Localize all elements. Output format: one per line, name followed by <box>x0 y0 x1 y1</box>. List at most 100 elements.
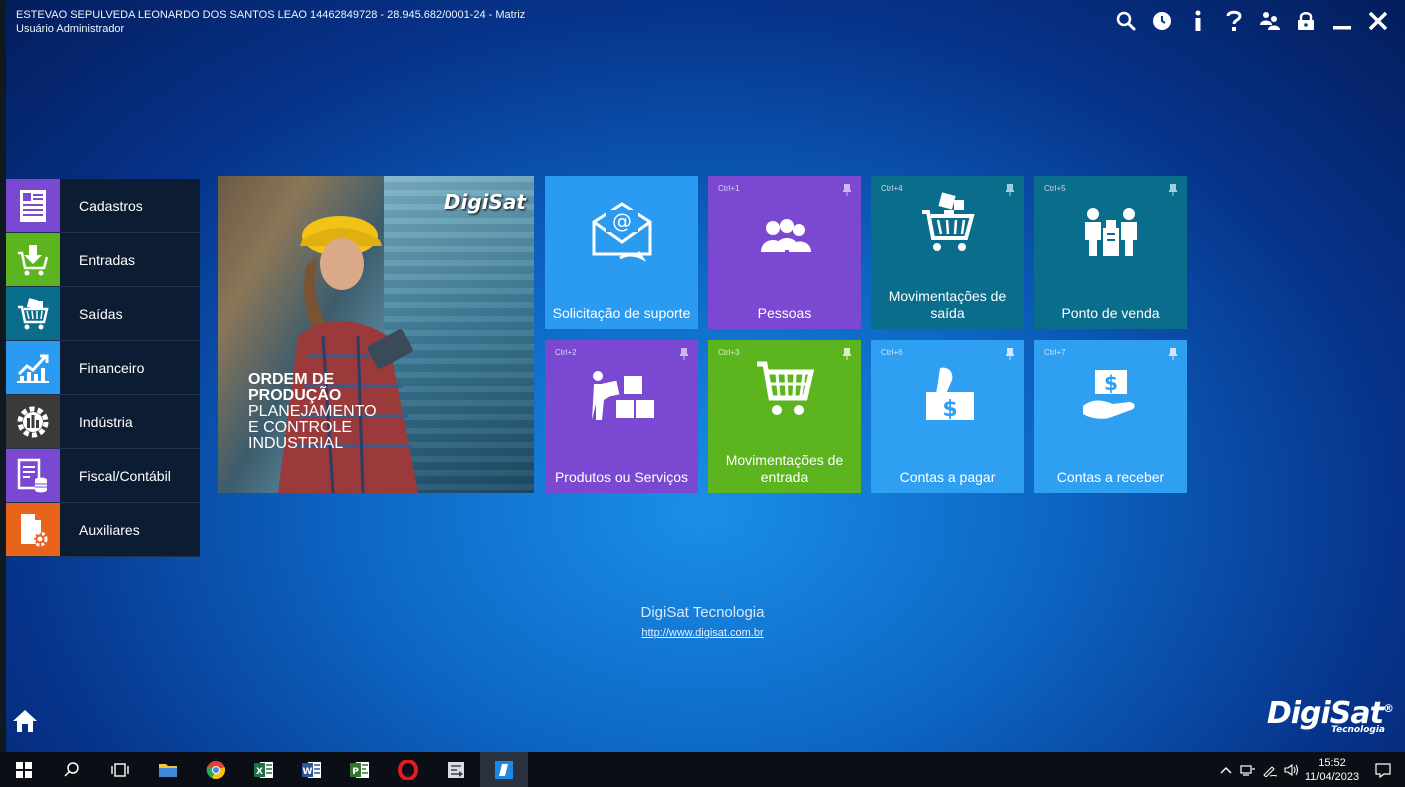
tile-label-line-2: saída <box>930 305 965 321</box>
search-icon[interactable] <box>48 752 96 787</box>
window-frame <box>0 0 1405 787</box>
tile-movimentacoes-saida[interactable]: Ctrl+4 Movimentações de saída <box>871 176 1024 329</box>
pin-icon[interactable] <box>680 347 688 365</box>
windows-start-icon[interactable] <box>0 752 48 787</box>
opera-icon[interactable] <box>384 752 432 787</box>
task-view-icon[interactable] <box>96 752 144 787</box>
svg-text:@: @ <box>612 209 632 233</box>
main-menu: Cadastros Entradas Saídas Financeiro Ind… <box>6 179 200 557</box>
pin-icon[interactable] <box>1169 347 1177 365</box>
tile-contas-pagar[interactable]: Ctrl+6 $ Contas a pagar <box>871 340 1024 493</box>
volume-icon[interactable] <box>1281 752 1303 787</box>
tile-label: Solicitação de suporte <box>552 305 691 321</box>
pin-icon[interactable] <box>1006 347 1014 365</box>
tile-shortcut: Ctrl+2 <box>555 348 577 357</box>
svg-text:P: P <box>352 767 359 777</box>
receive-money-icon: $ <box>1034 368 1187 424</box>
menu-item-entradas[interactable]: Entradas <box>6 233 200 287</box>
shopping-cart-icon <box>708 354 861 418</box>
help-icon[interactable] <box>1221 6 1247 36</box>
tile-solicitacao-suporte[interactable]: @ Solicitação de suporte <box>545 176 698 329</box>
pen-icon[interactable] <box>1259 752 1281 787</box>
menu-item-industria[interactable]: Indústria <box>6 395 200 449</box>
tile-label: Movimentações de saída <box>871 288 1024 322</box>
menu-label-entradas: Entradas <box>79 251 136 268</box>
svg-text:W: W <box>303 767 313 777</box>
close-icon[interactable] <box>1365 6 1391 36</box>
taskbar-clock[interactable]: 15:52 11/04/2023 <box>1303 756 1361 784</box>
chart-icon <box>6 341 60 394</box>
menu-label-fiscal: Fiscal/Contábil <box>79 467 171 484</box>
system-tray: 15:52 11/04/2023 <box>1215 752 1405 787</box>
pin-icon[interactable] <box>1169 183 1177 201</box>
top-toolbar <box>1113 6 1391 36</box>
menu-label-auxiliares: Auxiliares <box>79 521 140 538</box>
product-boxes-icon <box>545 370 698 422</box>
tax-icon <box>6 449 60 502</box>
people-icon <box>708 216 861 256</box>
tile-ponto-de-venda[interactable]: Ctrl+5 Ponto de venda <box>1034 176 1187 329</box>
cart-in-icon <box>6 233 60 286</box>
pin-icon[interactable] <box>843 183 851 201</box>
banner-text: ORDEM DE PRODUÇÃO PLANEJAMENTO E CONTROL… <box>248 372 377 452</box>
tile-label: Movimentações de entrada <box>708 452 861 486</box>
excel-icon[interactable]: X <box>240 752 288 787</box>
banner-line-2: PRODUÇÃO <box>248 387 342 404</box>
tile-label: Contas a pagar <box>899 469 996 485</box>
menu-label-saidas: Saídas <box>79 305 123 322</box>
network-icon[interactable] <box>1237 752 1259 787</box>
menu-label-financeiro: Financeiro <box>79 359 145 376</box>
tile-label: Produtos ou Serviços <box>554 469 689 485</box>
home-icon[interactable] <box>12 708 38 739</box>
minimize-icon[interactable] <box>1329 6 1355 36</box>
lock-icon[interactable] <box>1293 6 1319 36</box>
menu-item-auxiliares[interactable]: Auxiliares <box>6 503 200 557</box>
word-icon[interactable]: W <box>288 752 336 787</box>
header-info: ESTEVAO SEPULVEDA LEONARDO DOS SANTOS LE… <box>16 8 525 36</box>
menu-label-cadastros: Cadastros <box>79 197 143 214</box>
banner-line-3: PLANEJAMENTO <box>248 403 377 420</box>
tile-label: Ponto de venda <box>1061 305 1160 321</box>
chrome-icon[interactable] <box>192 752 240 787</box>
tile-produtos-servicos[interactable]: Ctrl+2 Produtos ou Serviços <box>545 340 698 493</box>
cart-out-icon <box>6 287 60 340</box>
banner-line-5: INDUSTRIAL <box>248 435 344 452</box>
menu-label-industria: Indústria <box>79 413 133 430</box>
history-icon[interactable] <box>1149 6 1175 36</box>
brand-mark: ® <box>1383 702 1394 715</box>
chevron-up-icon[interactable] <box>1215 752 1237 787</box>
info-icon[interactable] <box>1185 6 1211 36</box>
clock-date: 11/04/2023 <box>1304 770 1360 783</box>
tile-label: Contas a receber <box>1056 469 1165 485</box>
banner-logo: DigiSat <box>443 190 526 214</box>
switch-user-icon[interactable] <box>1257 6 1283 36</box>
menu-item-fiscal[interactable]: Fiscal/Contábil <box>6 449 200 503</box>
notifications-icon[interactable] <box>1361 762 1405 778</box>
point-of-sale-icon <box>1034 206 1187 258</box>
registry-icon <box>6 179 60 232</box>
tile-pessoas[interactable]: Ctrl+1 Pessoas <box>708 176 861 329</box>
app-icon[interactable] <box>432 752 480 787</box>
search-icon[interactable] <box>1113 6 1139 36</box>
menu-item-saidas[interactable]: Saídas <box>6 287 200 341</box>
banner-line-4: E CONTROLE <box>248 419 353 436</box>
tile-shortcut: Ctrl+6 <box>881 348 903 357</box>
tile-movimentacoes-entrada[interactable]: Ctrl+3 Movimentações de entrada <box>708 340 861 493</box>
tile-shortcut: Ctrl+7 <box>1044 348 1066 357</box>
promo-banner[interactable]: DigiSat ORDEM DE PRODUÇÃO PLANEJAMENTO E… <box>218 176 534 493</box>
footer-company: DigiSat Tecnologia <box>640 604 765 621</box>
clock-time: 15:52 <box>1318 756 1346 769</box>
user-line: Usuário Administrador <box>16 23 125 35</box>
footer-website-link[interactable]: http://www.digisat.com.br <box>0 627 1405 639</box>
svg-text:X: X <box>256 767 263 777</box>
aux-icon <box>6 503 60 556</box>
digisat-icon[interactable] <box>480 752 528 787</box>
menu-item-cadastros[interactable]: Cadastros <box>6 179 200 233</box>
gear-icon <box>6 395 60 448</box>
tile-label-line-1: Movimentações de <box>725 452 844 468</box>
tile-shortcut: Ctrl+5 <box>1044 184 1066 193</box>
menu-item-financeiro[interactable]: Financeiro <box>6 341 200 395</box>
project-icon[interactable]: P <box>336 752 384 787</box>
file-explorer-icon[interactable] <box>144 752 192 787</box>
tile-contas-receber[interactable]: Ctrl+7 $ Contas a receber <box>1034 340 1187 493</box>
